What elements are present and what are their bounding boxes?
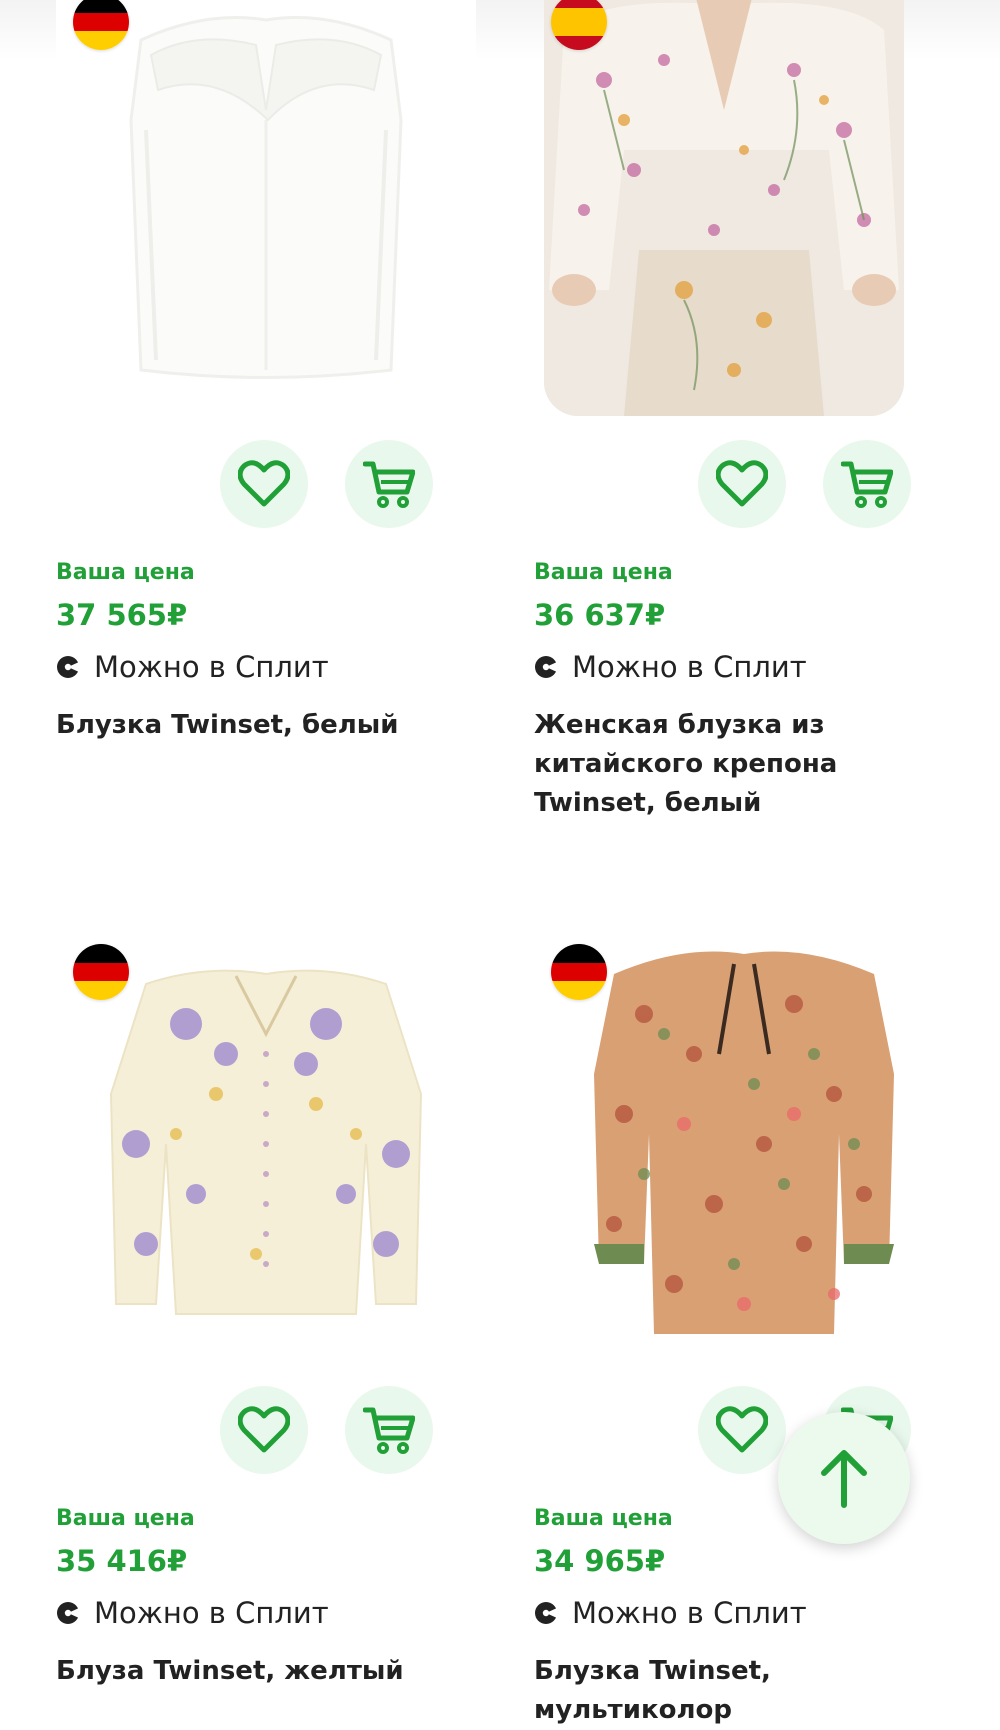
split-icon — [535, 1602, 558, 1624]
price: 34 965₽ — [534, 1544, 666, 1578]
split-icon — [57, 1602, 80, 1624]
product-image[interactable] — [534, 944, 954, 1364]
product-image[interactable] — [56, 944, 476, 1364]
add-to-cart-button[interactable] — [345, 440, 433, 528]
product-card[interactable]: Ваша цена 34 965₽ Можно в Сплит Блузка T… — [534, 944, 954, 1725]
split-info: Можно в Сплит — [534, 1596, 807, 1630]
product-title[interactable]: Женская блузка из китайского крепона Twi… — [534, 706, 944, 823]
price-label: Ваша цена — [534, 560, 673, 585]
split-text: Можно в Сплит — [572, 1596, 807, 1630]
product-image[interactable] — [544, 0, 904, 416]
price: 36 637₽ — [534, 598, 666, 632]
heart-icon — [716, 460, 768, 507]
favorite-button[interactable] — [698, 440, 786, 528]
product-image[interactable] — [56, 0, 476, 420]
split-icon — [535, 656, 558, 678]
favorite-button[interactable] — [220, 1386, 308, 1474]
price: 35 416₽ — [56, 1544, 188, 1578]
product-card[interactable]: Ваша цена 35 416₽ Можно в Сплит Блуза Tw… — [56, 944, 476, 1714]
cart-icon — [841, 461, 893, 508]
split-text: Можно в Сплит — [94, 650, 329, 684]
scroll-to-top-button[interactable] — [778, 1412, 910, 1544]
add-to-cart-button[interactable] — [345, 1386, 433, 1474]
cart-icon — [363, 1407, 415, 1454]
price: 37 565₽ — [56, 598, 188, 632]
product-title[interactable]: Блуза Twinset, желтый — [56, 1652, 466, 1691]
heart-icon — [716, 1406, 768, 1453]
price-label: Ваша цена — [56, 1506, 195, 1531]
cart-icon — [363, 461, 415, 508]
germany-flag-icon — [551, 944, 607, 1000]
split-info: Можно в Сплит — [56, 650, 329, 684]
favorite-button[interactable] — [698, 1386, 786, 1474]
heart-icon — [238, 460, 290, 507]
split-text: Можно в Сплит — [572, 650, 807, 684]
product-card[interactable]: Ваша цена 37 565₽ Можно в Сплит Блузка T… — [56, 0, 476, 840]
product-card[interactable]: Ваша цена 36 637₽ Можно в Сплит Женская … — [534, 0, 954, 840]
price-label: Ваша цена — [56, 560, 195, 585]
split-icon — [57, 656, 80, 678]
germany-flag-icon — [73, 944, 129, 1000]
product-title[interactable]: Блузка Twinset, белый — [56, 706, 466, 745]
split-info: Можно в Сплит — [56, 1596, 329, 1630]
price-label: Ваша цена — [534, 1506, 673, 1531]
heart-icon — [238, 1406, 290, 1453]
arrow-up-icon — [821, 1450, 867, 1508]
product-title[interactable]: Блузка Twinset, мультиколор — [534, 1652, 944, 1730]
favorite-button[interactable] — [220, 440, 308, 528]
split-text: Можно в Сплит — [94, 1596, 329, 1630]
split-info: Можно в Сплит — [534, 650, 807, 684]
add-to-cart-button[interactable] — [823, 440, 911, 528]
